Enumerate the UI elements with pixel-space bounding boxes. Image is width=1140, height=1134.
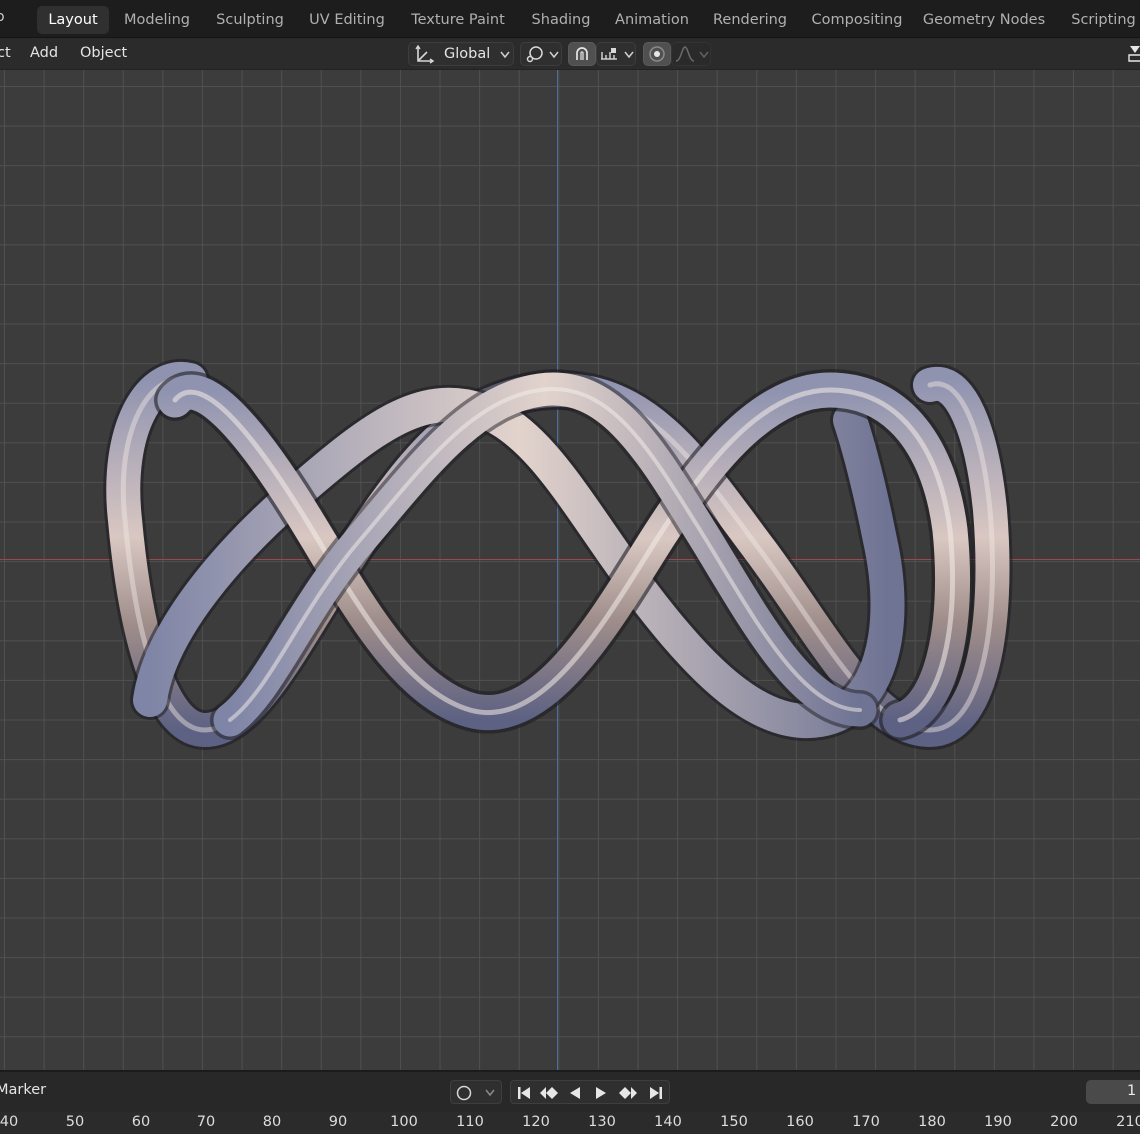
ruler-tick: 100 (390, 1114, 418, 1130)
ruler-tick: 50 (65, 1114, 85, 1130)
tab-animation[interactable]: Animation (610, 6, 694, 34)
tab-scripting[interactable]: Scripting (1067, 6, 1140, 34)
ruler-tick: 120 (522, 1114, 550, 1130)
menu-add[interactable]: Add (30, 38, 58, 68)
transform-axes-icon (415, 44, 435, 64)
ruler-tick: 80 (262, 1114, 282, 1130)
3d-viewport[interactable] (0, 70, 1140, 1070)
magnet-snap-icon (576, 47, 588, 60)
proportional-editing-icon (649, 46, 665, 62)
ruler-tick: 170 (852, 1114, 880, 1130)
ruler-tick: 130 (588, 1114, 616, 1130)
snap-increment-icon (601, 48, 617, 60)
ruler-tick: 210 (1116, 1114, 1140, 1130)
chevron-down-icon (485, 1089, 495, 1097)
tab-modeling[interactable]: Modeling (115, 6, 199, 34)
ruler-tick: 190 (984, 1114, 1012, 1130)
gizmo-toggle-icon[interactable] (1126, 43, 1140, 65)
proportional-falloff-dropdown[interactable] (671, 42, 711, 66)
tab-compositing[interactable]: Compositing (805, 6, 909, 34)
chevron-down-icon (624, 51, 634, 59)
next-keyframe-icon[interactable] (617, 1085, 639, 1101)
tab-rendering[interactable]: Rendering (706, 6, 794, 34)
workspace-tab-bar: o Layout Modeling Sculpting UV Editing T… (0, 0, 1140, 38)
ruler-tick: 140 (654, 1114, 682, 1130)
tab-texture-paint[interactable]: Texture Paint (404, 6, 512, 34)
tab-uv-editing[interactable]: UV Editing (302, 6, 392, 34)
falloff-curve-icon (675, 46, 695, 62)
current-frame-field[interactable]: 1 (1086, 1080, 1140, 1104)
frame-ruler[interactable]: 40 50 60 70 80 90 100 110 120 130 140 15… (0, 1112, 1140, 1134)
chevron-down-icon (500, 51, 510, 59)
menu-fragment-left[interactable]: o (0, 9, 5, 25)
timeline-editor: Marker 1 40 50 60 70 80 90 100 110 120 1… (0, 1070, 1140, 1134)
chevron-down-icon (699, 51, 709, 59)
snap-toggle[interactable] (568, 42, 596, 66)
playback-controls (510, 1080, 670, 1104)
jump-to-start-icon[interactable] (515, 1085, 533, 1101)
viewport-header: ct Add Object Global (0, 38, 1140, 70)
ruler-tick: 70 (196, 1114, 216, 1130)
transform-orientation-label: Global (444, 46, 491, 62)
ruler-tick: 160 (786, 1114, 814, 1130)
current-frame-value: 1 (1127, 1083, 1137, 1099)
ruler-tick: 110 (456, 1114, 484, 1130)
pivot-point-dropdown[interactable] (520, 42, 562, 66)
transform-orientation-dropdown[interactable]: Global (408, 42, 514, 66)
autokey-dropdown[interactable] (450, 1080, 502, 1104)
record-circle-icon (456, 1085, 472, 1101)
play-reverse-icon[interactable] (566, 1085, 584, 1101)
menu-object[interactable]: Object (80, 38, 127, 68)
snap-target-dropdown[interactable] (596, 42, 636, 66)
ruler-tick: 40 (0, 1114, 19, 1130)
chevron-down-icon (549, 51, 559, 59)
ruler-tick: 180 (918, 1114, 946, 1130)
pivot-point-icon (526, 46, 543, 63)
ruler-tick: 200 (1050, 1114, 1078, 1130)
tab-layout[interactable]: Layout (37, 6, 109, 34)
menu-select-fragment[interactable]: ct (0, 38, 11, 68)
ruler-tick: 60 (131, 1114, 151, 1130)
jump-to-end-icon[interactable] (647, 1085, 665, 1101)
ruler-tick: 90 (328, 1114, 348, 1130)
ruler-tick: 150 (720, 1114, 748, 1130)
timeline-header: Marker 1 (0, 1072, 1140, 1112)
previous-keyframe-icon[interactable] (538, 1085, 560, 1101)
knot-mesh-object[interactable] (0, 70, 1140, 1070)
tab-geometry-nodes[interactable]: Geometry Nodes (921, 6, 1047, 34)
tab-shading[interactable]: Shading (524, 6, 598, 34)
play-icon[interactable] (592, 1085, 610, 1101)
menu-marker[interactable]: Marker (0, 1082, 46, 1098)
proportional-editing-toggle[interactable] (643, 42, 671, 66)
tab-sculpting[interactable]: Sculpting (207, 6, 293, 34)
